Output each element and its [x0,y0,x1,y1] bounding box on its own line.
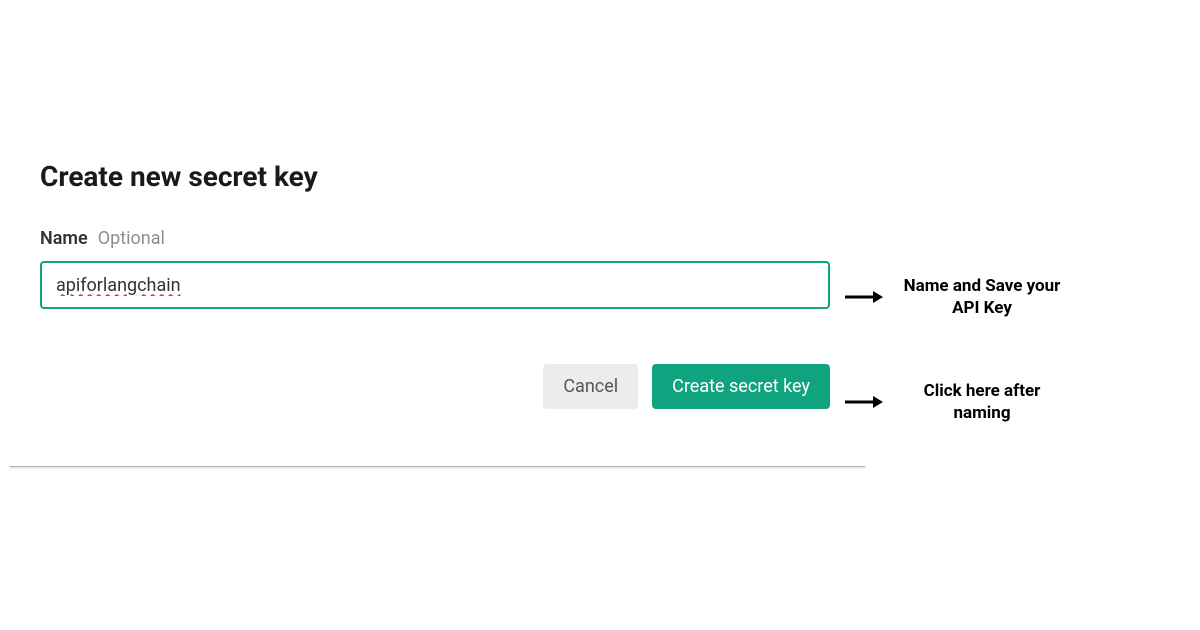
dialog-bottom-edge [10,463,865,467]
create-secret-key-button[interactable]: Create secret key [652,364,830,409]
dialog-title: Create new secret key [40,160,835,193]
create-secret-key-dialog: Create new secret key Name Optional Canc… [10,130,865,465]
annotation-input-text: Name and Save your API Key [897,275,1067,319]
cancel-button[interactable]: Cancel [543,364,638,409]
optional-hint: Optional [98,228,165,249]
annotation-button: Click here after naming [843,380,1067,424]
arrow-right-icon [843,288,883,306]
field-label-row: Name Optional [40,228,835,249]
annotation-input: Name and Save your API Key [843,275,1067,319]
arrow-right-icon [843,393,883,411]
annotation-button-text: Click here after naming [897,380,1067,424]
name-field-label: Name [40,228,88,249]
name-input[interactable] [40,261,830,309]
dialog-button-row: Cancel Create secret key [40,364,830,409]
